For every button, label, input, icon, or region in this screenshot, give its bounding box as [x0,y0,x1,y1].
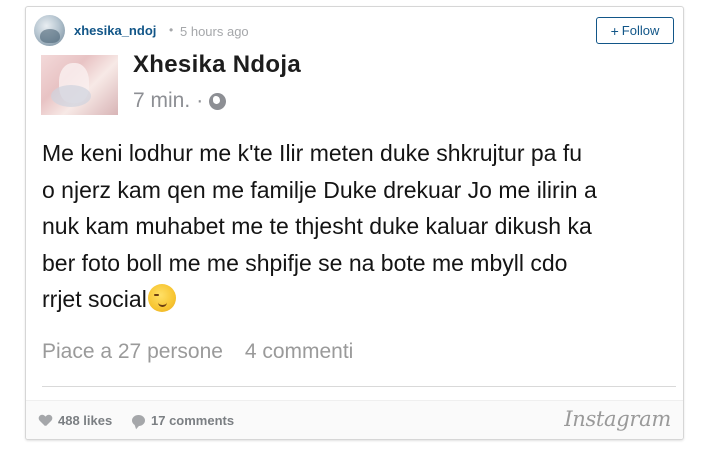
avatar[interactable] [34,15,65,46]
instagram-logo[interactable]: Instagram [564,407,671,431]
post-footer: 488 likes 17 comments Instagram [26,400,683,439]
fb-reactions-summary: Piace a 27 persone 4 commenti [42,340,353,364]
post-image[interactable]: Xhesika Ndoja 7 min. · Me keni lodhur me… [26,51,683,400]
fb-text-line: Me keni lodhur me k'te Ilir meten duke s… [42,140,583,166]
fb-author-name: Xhesika Ndoja [133,51,301,78]
instagram-embed-card: xhesika_ndoj • 5 hours ago + Follow Xhes… [25,6,684,440]
fb-likes-count: Piace a 27 persone [42,340,223,363]
fb-meta-separator: · [196,89,204,112]
likes-count: 488 likes [58,413,113,428]
comment-icon [132,415,145,426]
fb-text-line-last: rrjet social [42,281,682,318]
comments-link[interactable]: 17 comments [132,413,234,428]
fb-text-line: ber foto boll me me shpifje se na bote m… [42,249,568,276]
username-link[interactable]: xhesika_ndoj [74,23,156,38]
post-header: xhesika_ndoj • 5 hours ago + Follow [26,7,683,55]
fb-comments-count: 4 commenti [244,340,354,363]
fb-divider [42,386,676,387]
follow-button[interactable]: + Follow [596,17,674,44]
wink-emoji-icon [147,283,176,312]
fb-text-line: o njerz kam qen me familje Duke drekuar … [42,176,597,203]
likes-link[interactable]: 488 likes [39,413,112,428]
post-timestamp[interactable]: 5 hours ago [180,24,249,39]
profile-photo-thumbnail [41,55,118,115]
fb-text-line: rrjet social [42,286,147,312]
fb-post-time: 7 min. [133,89,191,112]
follow-label: Follow [621,23,660,38]
heart-icon [39,415,52,427]
plus-icon: + [610,22,619,39]
globe-icon [209,92,227,110]
comments-count: 17 comments [151,413,235,428]
header-separator: • [169,23,174,37]
fb-text-line: nuk kam muhabet me te thjesht duke kalua… [42,213,592,239]
fb-post-text: Me keni lodhur me k'te Ilir meten duke s… [42,135,682,318]
fb-post-meta: 7 min. · [133,89,227,113]
